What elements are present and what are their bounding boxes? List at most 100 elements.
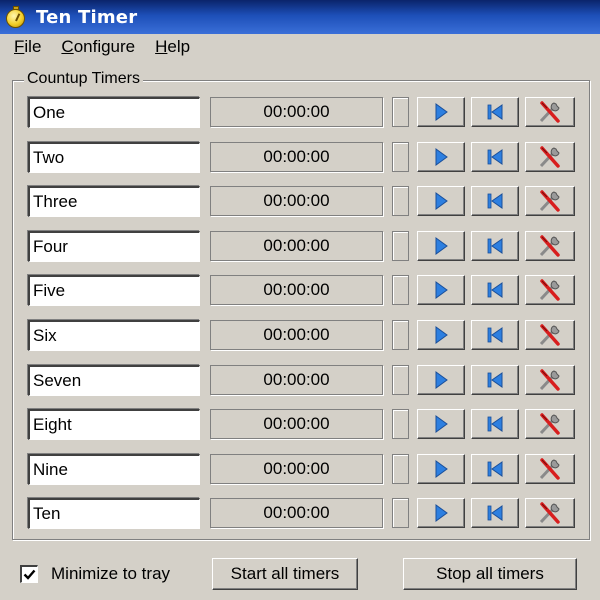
menu-bar: File Configure Help	[0, 34, 600, 60]
menu-help[interactable]: Help	[149, 37, 196, 57]
timer-row: 00:00:00	[28, 320, 576, 352]
stopwatch-icon	[5, 6, 27, 28]
tools-icon	[539, 101, 560, 123]
timer-status-indicator	[392, 141, 409, 172]
tools-icon	[539, 235, 560, 257]
menu-configure[interactable]: Configure	[55, 37, 141, 57]
timer-status-indicator	[392, 186, 409, 217]
play-icon	[435, 236, 448, 255]
start-timer-button[interactable]	[417, 453, 465, 484]
configure-timer-button[interactable]	[525, 275, 575, 306]
configure-timer-button[interactable]	[525, 141, 575, 172]
timer-name-input[interactable]	[28, 409, 200, 441]
start-all-button[interactable]: Start all timers	[212, 558, 358, 590]
reset-icon	[487, 148, 503, 165]
configure-timer-button[interactable]	[525, 97, 575, 127]
timer-row: 00:00:00	[28, 364, 576, 397]
configure-timer-button[interactable]	[525, 230, 575, 261]
timer-name-input[interactable]	[28, 364, 200, 396]
play-icon	[435, 281, 448, 300]
configure-timer-button[interactable]	[525, 409, 575, 440]
timer-time-display: 00:00:00	[210, 453, 383, 484]
tools-icon	[539, 279, 560, 302]
configure-timer-button[interactable]	[525, 453, 575, 484]
timer-name-input[interactable]	[28, 97, 200, 128]
timer-row: 00:00:00	[28, 97, 576, 129]
minimize-label: Minimize to tray	[51, 564, 171, 583]
reset-timer-button[interactable]	[471, 141, 519, 172]
play-icon	[435, 459, 448, 478]
timer-name-input[interactable]	[28, 186, 200, 218]
play-icon	[435, 192, 448, 211]
start-timer-button[interactable]	[417, 141, 465, 172]
timer-status-indicator	[392, 453, 409, 484]
reset-icon	[487, 193, 503, 210]
reset-icon	[487, 104, 503, 120]
tools-icon	[539, 190, 560, 212]
timer-time-display: 00:00:00	[210, 97, 383, 127]
start-timer-button[interactable]	[417, 320, 465, 350]
tools-icon	[539, 368, 560, 391]
reset-timer-button[interactable]	[471, 453, 519, 484]
timer-time-display: 00:00:00	[210, 409, 383, 440]
bottom-bar: Minimize to tray Start all timers Stop a…	[0, 552, 600, 592]
start-timer-button[interactable]	[417, 230, 465, 261]
reset-timer-button[interactable]	[471, 320, 519, 350]
timer-row: 00:00:00	[28, 409, 576, 441]
timer-time-display: 00:00:00	[210, 364, 383, 395]
minimize-checkbox[interactable]	[20, 565, 38, 583]
configure-timer-button[interactable]	[525, 498, 575, 529]
menu-file[interactable]: File	[8, 37, 47, 57]
tools-icon	[539, 413, 560, 435]
play-icon	[435, 370, 448, 389]
timer-status-indicator	[392, 230, 409, 261]
timer-row: 00:00:00	[28, 453, 576, 486]
timer-name-input[interactable]	[28, 320, 200, 351]
start-timer-button[interactable]	[417, 97, 465, 127]
tools-icon	[539, 324, 560, 346]
timer-name-input[interactable]	[28, 498, 200, 530]
tools-icon	[539, 458, 560, 480]
reset-icon	[487, 416, 503, 433]
timer-time-display: 00:00:00	[210, 275, 383, 306]
timer-time-display: 00:00:00	[210, 320, 383, 350]
timer-name-input[interactable]	[28, 141, 200, 173]
configure-timer-button[interactable]	[525, 364, 575, 395]
title-bar[interactable]: Ten Timer	[0, 0, 600, 34]
reset-timer-button[interactable]	[471, 498, 519, 529]
timer-status-indicator	[392, 275, 409, 306]
stop-all-button[interactable]: Stop all timers	[403, 558, 577, 590]
timer-row: 00:00:00	[28, 230, 576, 263]
play-icon	[435, 415, 448, 434]
timer-time-display: 00:00:00	[210, 498, 383, 529]
configure-timer-button[interactable]	[525, 320, 575, 350]
reset-icon	[487, 237, 503, 254]
timer-row: 00:00:00	[28, 275, 576, 307]
timer-name-input[interactable]	[28, 230, 200, 262]
play-icon	[435, 326, 448, 344]
reset-timer-button[interactable]	[471, 409, 519, 440]
start-timer-button[interactable]	[417, 409, 465, 440]
reset-timer-button[interactable]	[471, 97, 519, 127]
timer-name-input[interactable]	[28, 275, 200, 307]
timer-time-display: 00:00:00	[210, 141, 383, 172]
checkmark-icon	[23, 569, 36, 580]
timer-status-indicator	[392, 409, 409, 440]
minimize-to-tray-option[interactable]: Minimize to tray	[20, 564, 170, 584]
start-timer-button[interactable]	[417, 275, 465, 306]
reset-timer-button[interactable]	[471, 186, 519, 217]
reset-timer-button[interactable]	[471, 364, 519, 395]
configure-timer-button[interactable]	[525, 186, 575, 217]
reset-timer-button[interactable]	[471, 275, 519, 306]
start-timer-button[interactable]	[417, 498, 465, 529]
play-icon	[435, 147, 448, 166]
tools-icon	[539, 145, 560, 168]
play-icon	[435, 504, 448, 523]
timer-row: 00:00:00	[28, 186, 576, 218]
timer-time-display: 00:00:00	[210, 230, 383, 261]
start-timer-button[interactable]	[417, 186, 465, 217]
timer-status-indicator	[392, 320, 409, 350]
timer-name-input[interactable]	[28, 453, 200, 485]
reset-timer-button[interactable]	[471, 230, 519, 261]
start-timer-button[interactable]	[417, 364, 465, 395]
